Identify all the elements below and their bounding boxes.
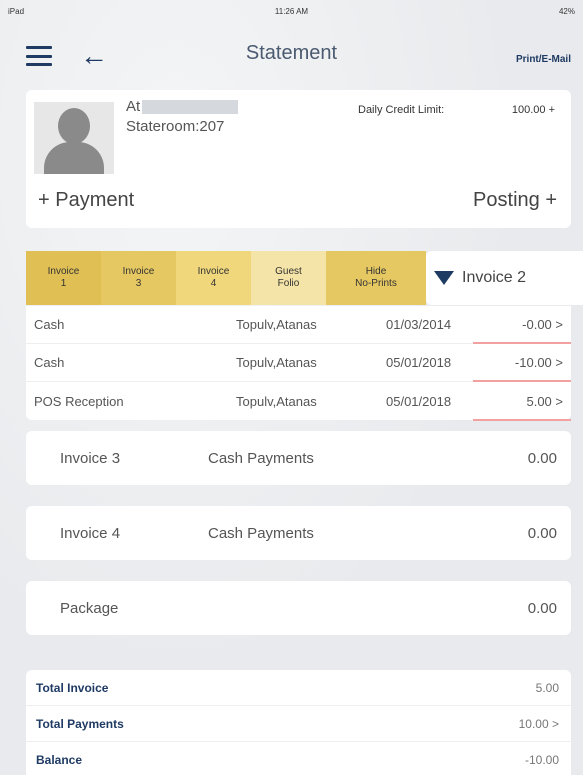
tab-guest-folio[interactable]: Guest Folio bbox=[251, 251, 326, 305]
add-payment-button[interactable]: + Payment bbox=[38, 189, 134, 212]
stateroom-label: Stateroom:207 bbox=[126, 118, 225, 135]
status-time: 11:26 AM bbox=[274, 6, 309, 16]
tab-hide-no-prints[interactable]: Hide No-Prints bbox=[326, 251, 426, 305]
total-label: Total Payments bbox=[36, 716, 124, 731]
section-amount: 0.00 bbox=[527, 524, 557, 542]
selected-invoice-label: Invoice 2 bbox=[462, 269, 527, 286]
section-amount: 0.00 bbox=[527, 599, 557, 617]
tx-type: Cash bbox=[34, 355, 65, 370]
guest-card: At Stateroom:207 Daily Credit Limit: 100… bbox=[26, 90, 571, 228]
guest-name: At bbox=[126, 98, 239, 115]
guest-name-text: At bbox=[126, 98, 141, 115]
tx-type: POS Reception bbox=[34, 393, 124, 409]
total-invoice-row: Total Invoice 5.00 bbox=[26, 670, 571, 706]
total-label: Total Invoice bbox=[36, 680, 109, 695]
section-amount: 0.00 bbox=[527, 449, 557, 467]
section-desc: Cash Payments bbox=[208, 449, 314, 467]
tx-amount: -0.00 > bbox=[522, 317, 563, 332]
tx-name: Topulv,Atanas bbox=[236, 393, 317, 409]
total-value: 5.00 bbox=[535, 680, 559, 695]
redacted-name bbox=[142, 100, 239, 115]
totals-panel: Total Invoice 5.00 Total Payments 10.00 … bbox=[26, 670, 571, 775]
transaction-list: Cash Topulv,Atanas 01/03/2014 -0.00 > Ca… bbox=[26, 306, 571, 421]
tx-name: Topulv,Atanas bbox=[236, 355, 317, 370]
tab-invoice-4[interactable]: Invoice 4 bbox=[176, 251, 251, 305]
battery-indicator: 42% bbox=[558, 6, 575, 16]
invoice-selector[interactable]: Invoice 2 bbox=[426, 251, 583, 305]
avatar bbox=[34, 102, 114, 174]
tx-date: 01/03/2014 bbox=[386, 317, 452, 332]
invoice-4-section[interactable]: Invoice 4 Cash Payments 0.00 bbox=[26, 506, 571, 560]
triangle-down-icon bbox=[434, 271, 454, 285]
table-row[interactable]: Cash Topulv,Atanas 05/01/2018 -10.00 > bbox=[26, 344, 571, 382]
balance-row: Balance -10.00 bbox=[26, 742, 571, 775]
section-name: Invoice 3 bbox=[60, 449, 121, 467]
section-name: Package bbox=[60, 599, 119, 617]
total-label: Balance bbox=[36, 753, 83, 767]
device-label: iPad bbox=[8, 6, 25, 16]
tab-invoice-3[interactable]: Invoice 3 bbox=[101, 251, 176, 305]
total-payments-row[interactable]: Total Payments 10.00 > bbox=[26, 706, 571, 742]
tx-amount: 5.00 > bbox=[526, 393, 563, 409]
section-name: Invoice 4 bbox=[60, 524, 121, 542]
table-row[interactable]: POS Reception Topulv,Atanas 05/01/2018 5… bbox=[26, 382, 571, 421]
tx-type: Cash bbox=[34, 317, 65, 332]
print-email-button[interactable]: Print/E-Mail bbox=[516, 54, 571, 65]
add-posting-button[interactable]: Posting + bbox=[473, 189, 557, 212]
invoice-3-section[interactable]: Invoice 3 Cash Payments 0.00 bbox=[26, 431, 571, 485]
tx-date: 05/01/2018 bbox=[386, 355, 452, 370]
tx-name: Topulv,Atanas bbox=[236, 317, 317, 332]
status-bar: iPad 11:26 AM 42% bbox=[0, 0, 583, 22]
total-value: 10.00 > bbox=[518, 716, 559, 731]
tx-amount: -10.00 > bbox=[514, 355, 563, 370]
section-desc: Cash Payments bbox=[208, 524, 314, 542]
tab-invoice-1[interactable]: Invoice 1 bbox=[26, 251, 101, 305]
red-underline bbox=[473, 419, 571, 421]
credit-limit-value[interactable]: 100.00 + bbox=[512, 104, 555, 116]
package-section[interactable]: Package 0.00 bbox=[26, 581, 571, 635]
invoice-tabs: Invoice 1 Invoice 3 Invoice 4 Guest Foli… bbox=[26, 251, 583, 305]
nav-bar: ← Statement Print/E-Mail bbox=[0, 22, 583, 90]
table-row[interactable]: Cash Topulv,Atanas 01/03/2014 -0.00 > bbox=[26, 306, 571, 344]
total-value: -10.00 bbox=[524, 753, 559, 767]
tx-date: 05/01/2018 bbox=[386, 393, 452, 409]
credit-limit-label: Daily Credit Limit: bbox=[358, 104, 445, 116]
page-title: Statement bbox=[245, 42, 338, 64]
